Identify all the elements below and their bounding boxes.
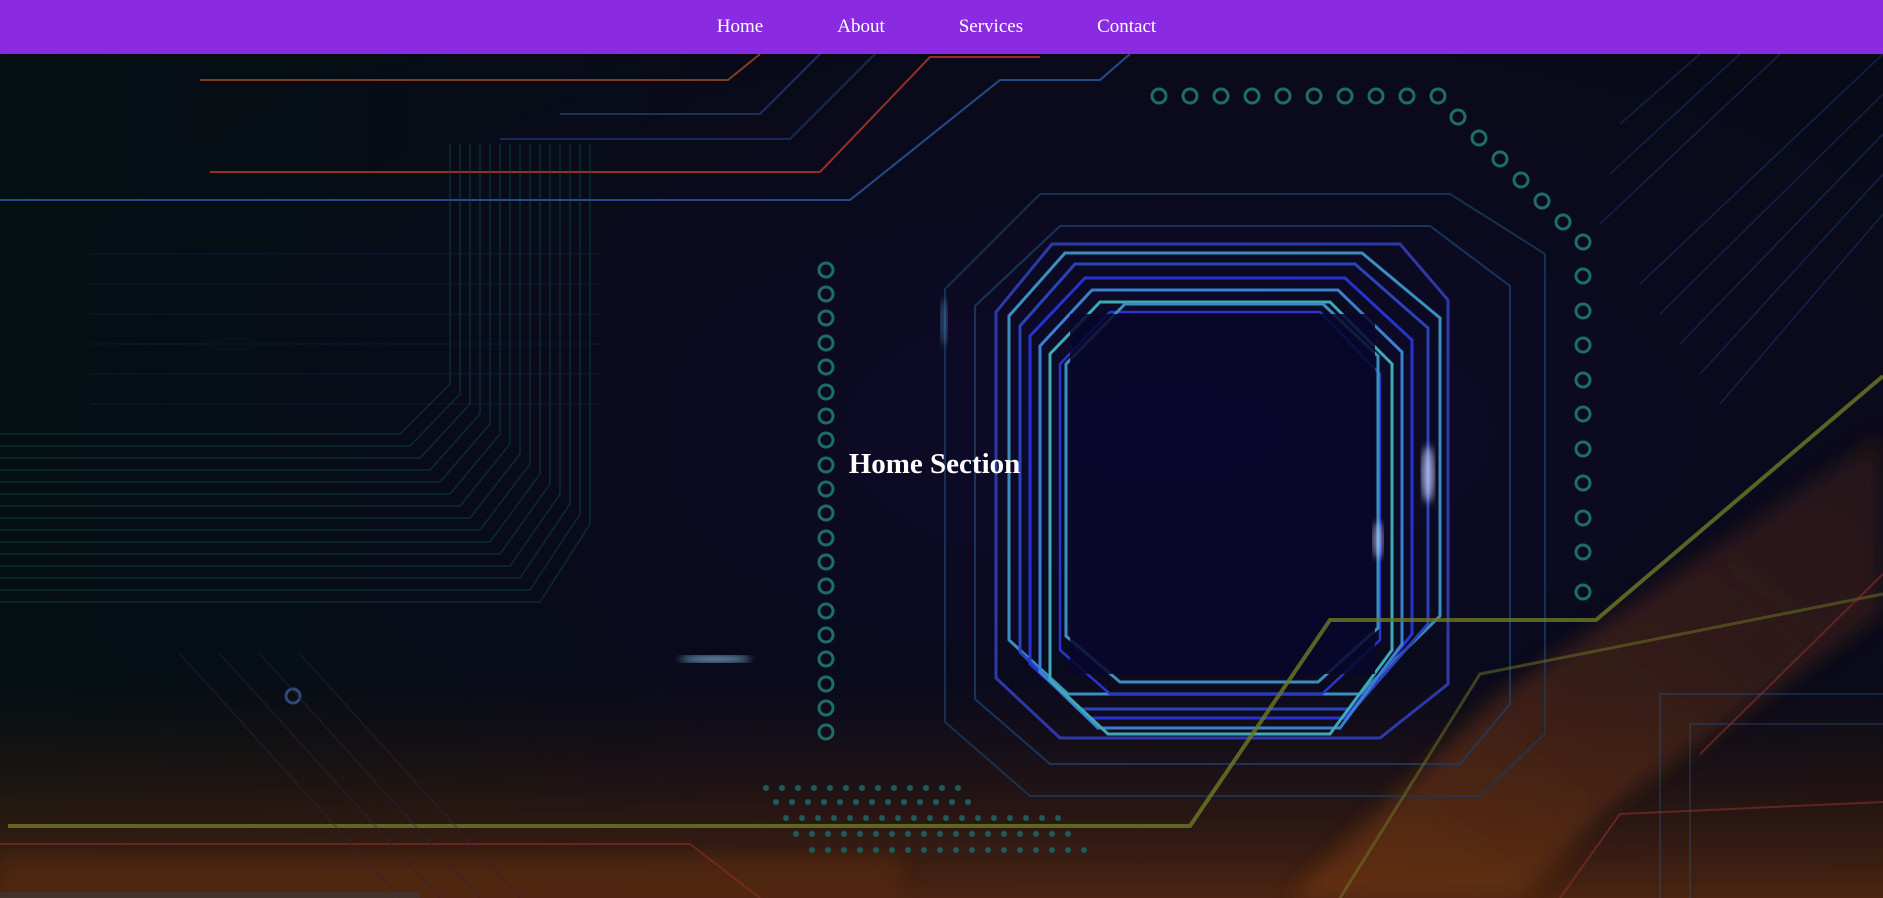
- nav-link-home[interactable]: Home: [680, 16, 800, 37]
- nav-list: Home About Services Contact: [680, 0, 1193, 54]
- nav-link-about[interactable]: About: [800, 16, 922, 37]
- home-section-title: Home Section: [848, 447, 1021, 480]
- nav-link-services[interactable]: Services: [922, 16, 1060, 37]
- nav-item-services: Services: [922, 0, 1060, 54]
- top-navbar: Home About Services Contact: [0, 0, 1883, 54]
- page: Home About Services Contact Home Section: [0, 0, 1883, 898]
- nav-item-contact: Contact: [1060, 0, 1193, 54]
- home-section: Home Section: [0, 54, 1883, 898]
- nav-item-home: Home: [680, 0, 800, 54]
- nav-item-about: About: [800, 0, 922, 54]
- nav-link-contact[interactable]: Contact: [1060, 16, 1193, 37]
